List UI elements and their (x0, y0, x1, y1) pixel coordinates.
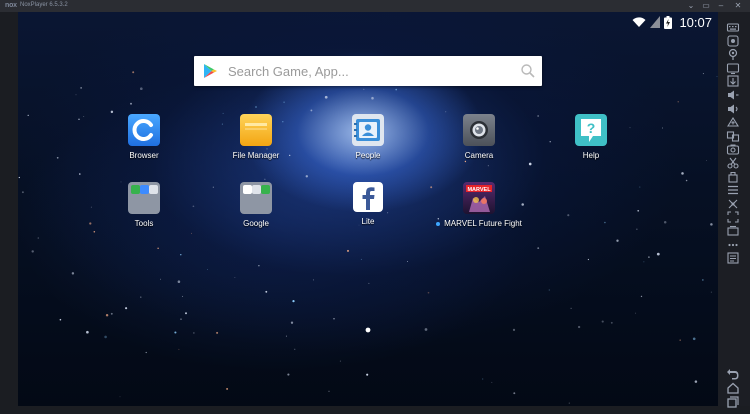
new-install-dot (436, 221, 441, 226)
app-people[interactable]: People (318, 114, 418, 160)
nox-logo: nox (5, 2, 17, 9)
app-label: MARVEL Future Fight (429, 219, 529, 228)
google-folder-icon (240, 182, 272, 214)
app-label: File Manager (232, 151, 280, 160)
close-icon[interactable]: ✕ (733, 1, 743, 11)
volume-down-icon[interactable] (726, 88, 740, 102)
app-label: Help (582, 151, 600, 160)
cut-icon[interactable] (726, 156, 740, 170)
volume-up-icon[interactable] (726, 102, 740, 116)
app-label: Google (243, 219, 269, 228)
more-icon[interactable] (726, 238, 740, 252)
svg-text:?: ? (587, 120, 596, 136)
camera-icon (463, 114, 495, 146)
add-apk-icon[interactable] (726, 115, 740, 129)
android-status-bar: 10:07 (632, 14, 712, 30)
marvel-icon: MARVEL (463, 182, 495, 214)
keyboard-icon[interactable] (726, 20, 740, 34)
app-label: Tools (134, 219, 154, 228)
app-google[interactable]: Google (206, 182, 306, 228)
tools-folder-icon (128, 182, 160, 214)
signal-icon (650, 16, 661, 28)
app-marvel[interactable]: MARVEL MARVEL Future Fight (429, 182, 529, 228)
fullscreen-icon[interactable] (726, 210, 740, 224)
settings-icon[interactable] (726, 251, 740, 265)
app-tools[interactable]: Tools (94, 182, 194, 228)
app-help[interactable]: ? Help (541, 114, 641, 160)
import-icon[interactable] (726, 74, 740, 88)
battery-charging-icon (664, 15, 673, 29)
search-bar[interactable] (194, 56, 542, 86)
app-label: Browser (129, 151, 159, 160)
home-icon[interactable] (726, 381, 740, 395)
multi-instance-icon[interactable] (726, 129, 740, 143)
chevron-down-icon[interactable]: ⌄ (686, 1, 696, 11)
back-icon[interactable] (726, 367, 740, 381)
menu-icon[interactable] (726, 183, 740, 197)
screen-record-icon[interactable] (726, 61, 740, 75)
location-icon[interactable] (726, 47, 740, 61)
google-play-icon[interactable] (202, 63, 218, 79)
minimize-icon[interactable]: – (716, 1, 726, 11)
search-input[interactable] (228, 61, 508, 81)
android-home-screen[interactable]: 10:07 Browser File Mana (18, 12, 718, 406)
app-label: People (355, 151, 381, 160)
macro-icon[interactable] (726, 34, 740, 48)
nox-sidebar (718, 12, 750, 409)
status-clock: 10:07 (679, 14, 712, 30)
screenshot-icon[interactable] (726, 142, 740, 156)
facebook-icon (353, 182, 383, 212)
app-lite[interactable]: Lite (318, 182, 418, 226)
app-file-manager[interactable]: File Manager (206, 114, 306, 160)
rotate-icon[interactable] (726, 170, 740, 184)
shake-icon[interactable] (726, 197, 740, 211)
window-title: NoxPlayer 6.5.3.2 (20, 2, 68, 8)
window-titlebar: nox NoxPlayer 6.5.3.2 ⌄ ▭ – ✕ (0, 0, 750, 12)
wifi-icon (632, 17, 646, 27)
search-icon[interactable] (520, 63, 536, 79)
folder-icon (240, 114, 272, 146)
recent-apps-icon[interactable] (726, 395, 740, 409)
app-label: Camera (464, 151, 494, 160)
svg-text:MARVEL: MARVEL (467, 187, 491, 193)
app-label: Lite (361, 217, 375, 226)
help-icon: ? (575, 114, 607, 146)
contacts-icon (352, 114, 384, 146)
restore-icon[interactable]: ▭ (701, 1, 711, 11)
browser-icon (128, 114, 160, 146)
app-camera[interactable]: Camera (429, 114, 529, 160)
zoom-icon[interactable] (726, 224, 740, 238)
app-browser[interactable]: Browser (94, 114, 194, 160)
